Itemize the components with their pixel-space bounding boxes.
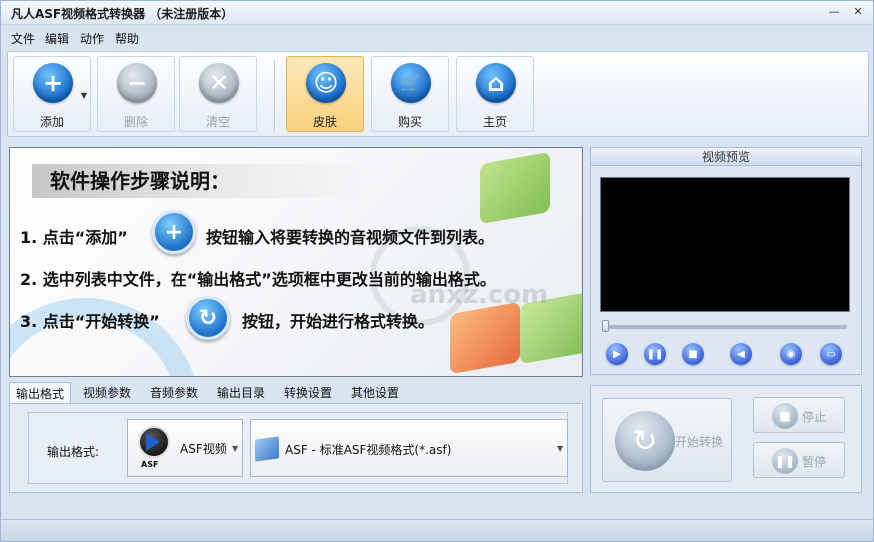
tab-audio-params[interactable]: 音频参数	[144, 382, 204, 404]
clear-icon: ✕	[199, 63, 239, 103]
add-icon: +	[33, 63, 73, 103]
output-format-label: 输出格式:	[47, 445, 100, 459]
play-icon[interactable]: ▶	[606, 343, 628, 365]
instruction-title: 软件操作步骤说明：	[32, 164, 372, 198]
minimize-button[interactable]: —	[825, 5, 843, 19]
skin-label: 皮肤	[312, 115, 337, 129]
convert-icon: ↻	[615, 411, 675, 471]
output-format-group: 输出格式: ASF ASF视频 ▼ ASF - 标准ASF视频格式(*.asf)…	[28, 412, 568, 484]
smiley-icon: ☺	[306, 63, 346, 103]
menu-bar: 文件 编辑 动作 帮助	[1, 27, 873, 47]
tab-output-dir[interactable]: 输出目录	[211, 382, 271, 404]
step-1-text-a: 1. 点击“添加”	[20, 228, 128, 247]
seek-slider-track[interactable]	[603, 325, 847, 329]
start-convert-button[interactable]: ↻ 开始转换	[602, 398, 732, 482]
skin-button[interactable]: ☺ 皮肤	[286, 56, 364, 132]
add-icon: +	[152, 210, 196, 254]
buy-label: 购买	[397, 115, 422, 129]
delete-icon: −	[117, 63, 157, 103]
cart-icon: 🛒	[391, 63, 431, 103]
asf-tag: ASF	[141, 460, 159, 469]
status-bar	[1, 519, 873, 541]
title-bar: 凡人ASF视频格式转换器 （未注册版本） — ✕	[1, 1, 873, 25]
instruction-panel: anxz.com 软件操作步骤说明： 1. 点击“添加” + 按钮输入将要转换的…	[9, 147, 583, 377]
delete-label: 删除	[123, 115, 148, 129]
format-dropdown[interactable]: ASF ASF视频 ▼	[127, 419, 243, 477]
tab-convert-settings[interactable]: 转换设置	[278, 382, 338, 404]
menu-help[interactable]: 帮助	[115, 30, 139, 47]
chevron-down-icon: ▼	[557, 444, 564, 453]
cube-icon	[255, 436, 279, 462]
step-2: 2. 选中列表中文件，在“输出格式”选项框中更改当前的输出格式。	[20, 270, 496, 289]
convert-icon: ↻	[186, 296, 230, 340]
step-3-text-b: 按钮，开始进行格式转换。	[242, 312, 435, 331]
snapshot-icon[interactable]: ◉	[780, 343, 802, 365]
video-preview-panel: 视频预览 ▶ ❚❚ ■ ◀ ◉ ▭	[590, 147, 862, 375]
asf-format-icon: ASF	[136, 426, 172, 470]
seek-slider-thumb[interactable]	[602, 320, 609, 332]
volume-icon[interactable]: ◀	[730, 343, 752, 365]
decorative-logo-red	[450, 301, 520, 375]
profile-dropdown[interactable]: ASF - 标准ASF视频格式(*.asf) ▼	[250, 419, 568, 477]
step-3-text-a: 3. 点击“开始转换”	[20, 312, 160, 331]
home-icon: ⌂	[476, 63, 516, 103]
tab-output-format[interactable]: 输出格式	[9, 382, 72, 404]
convert-panel: ↻ 开始转换 ■ 停止 ❚❚ 暂停	[590, 385, 862, 493]
video-screen	[600, 177, 850, 312]
buy-button[interactable]: 🛒 购买	[371, 56, 449, 132]
stop-label: 停止	[802, 410, 827, 424]
output-format-panel: 输出格式: ASF ASF视频 ▼ ASF - 标准ASF视频格式(*.asf)…	[9, 403, 583, 493]
add-button[interactable]: + ▼ 添加	[13, 56, 91, 132]
close-button[interactable]: ✕	[849, 5, 867, 19]
profile-value: ASF - 标准ASF视频格式(*.asf)	[285, 443, 452, 457]
tab-video-params[interactable]: 视频参数	[77, 382, 137, 404]
clear-label: 清空	[205, 115, 230, 129]
chevron-down-icon[interactable]: ▼	[81, 91, 87, 100]
toolbar: + ▼ 添加 − 删除 ✕ 清空 ☺ 皮肤 🛒 购买 ⌂ 主页	[7, 51, 869, 137]
pause-icon: ❚❚	[772, 448, 798, 474]
step-3: 3. 点击“开始转换”	[20, 308, 160, 332]
decorative-logo-green	[480, 151, 550, 225]
home-button[interactable]: ⌂ 主页	[456, 56, 534, 132]
app-window: 凡人ASF视频格式转换器 （未注册版本） — ✕ 文件 编辑 动作 帮助 + ▼…	[0, 0, 874, 542]
toolbar-divider	[274, 60, 276, 130]
format-name: ASF视频	[180, 442, 227, 456]
menu-action[interactable]: 动作	[80, 30, 104, 47]
pause-button[interactable]: ❚❚ 暂停	[753, 442, 845, 478]
window-title: 凡人ASF视频格式转换器 （未注册版本）	[11, 7, 234, 21]
stop-button[interactable]: ■ 停止	[753, 397, 845, 433]
chevron-down-icon: ▼	[232, 444, 239, 453]
menu-edit[interactable]: 编辑	[45, 30, 69, 47]
menu-file[interactable]: 文件	[11, 30, 35, 47]
step-1-text-b: 按钮输入将要转换的音视频文件到列表。	[206, 228, 495, 247]
preview-title: 视频预览	[591, 148, 861, 166]
delete-button[interactable]: − 删除	[97, 56, 175, 132]
pause-icon[interactable]: ❚❚	[644, 343, 666, 365]
add-label: 添加	[39, 115, 64, 129]
home-label: 主页	[482, 115, 507, 129]
start-convert-label: 开始转换	[675, 435, 724, 449]
clear-button[interactable]: ✕ 清空	[179, 56, 257, 132]
tab-other-settings[interactable]: 其他设置	[345, 382, 405, 404]
stop-icon[interactable]: ■	[682, 343, 704, 365]
step-1: 1. 点击“添加”	[20, 224, 128, 248]
pause-label: 暂停	[802, 455, 827, 469]
stop-icon: ■	[772, 403, 798, 429]
folder-icon[interactable]: ▭	[820, 343, 842, 365]
